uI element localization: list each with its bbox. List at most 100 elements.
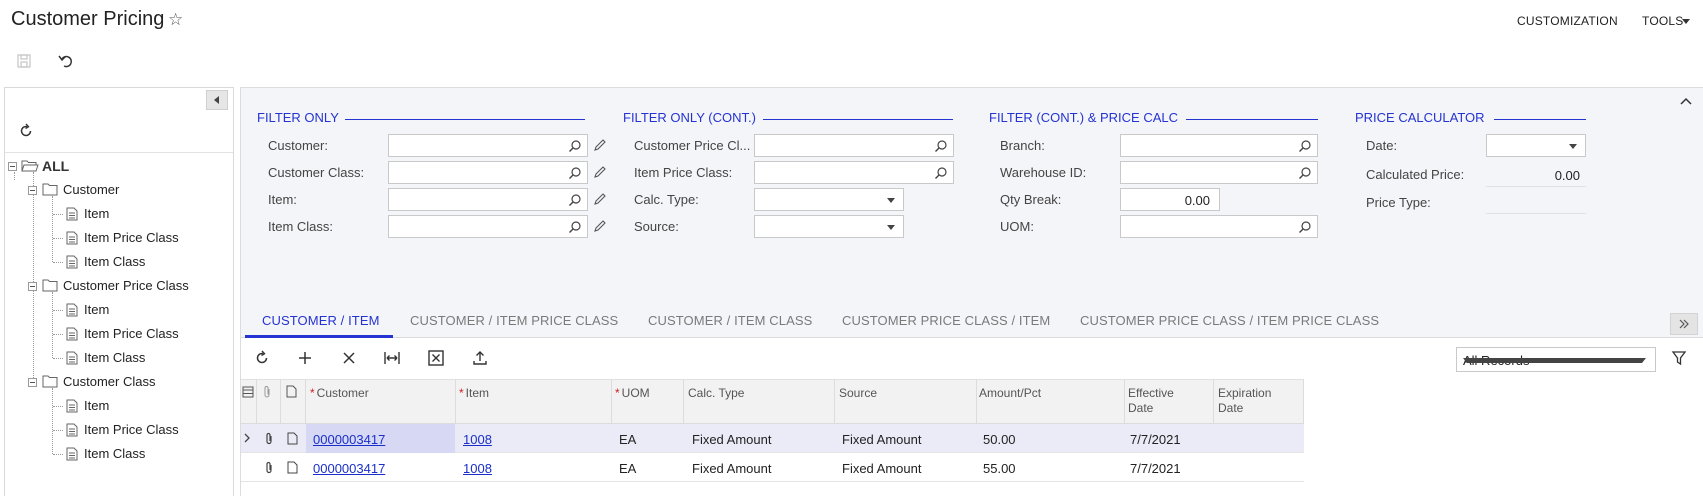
row1-uom[interactable]: EA bbox=[619, 432, 636, 447]
save-icon[interactable] bbox=[15, 52, 35, 72]
search-icon[interactable] bbox=[568, 193, 582, 207]
row2-effective-date[interactable]: 7/7/2021 bbox=[1130, 461, 1181, 476]
calc-type-select[interactable] bbox=[754, 188, 904, 211]
row2-calc-type[interactable]: Fixed Amount bbox=[692, 461, 772, 476]
tab-customer-price-class-item-price-class[interactable]: CUSTOMER PRICE CLASS / ITEM PRICE CLASS bbox=[1080, 313, 1379, 328]
refresh-icon[interactable] bbox=[253, 349, 271, 367]
tree-item-item-price-class[interactable]: Item Price Class bbox=[84, 230, 179, 245]
attachment-icon[interactable] bbox=[264, 461, 274, 474]
tree-refresh-icon[interactable] bbox=[17, 122, 35, 140]
column-header-item[interactable]: * Item bbox=[459, 386, 489, 401]
uom-input[interactable] bbox=[1120, 215, 1318, 238]
tree-item-customer-price-class[interactable]: Customer Price Class bbox=[63, 278, 189, 293]
row2-item-link[interactable]: 1008 bbox=[463, 461, 492, 476]
branch-input[interactable] bbox=[1120, 134, 1318, 157]
customer-input[interactable] bbox=[388, 134, 588, 157]
customer-class-input[interactable] bbox=[388, 161, 588, 184]
tree-item-item-class[interactable]: Item Class bbox=[84, 446, 145, 461]
tree-item-customer[interactable]: Customer bbox=[63, 182, 119, 197]
undo-icon[interactable] bbox=[57, 52, 77, 72]
note-icon[interactable] bbox=[287, 461, 298, 474]
row-selector-icon[interactable] bbox=[242, 386, 254, 398]
tools-caret-icon[interactable] bbox=[1682, 19, 1690, 24]
chevron-down-icon[interactable] bbox=[887, 225, 895, 230]
date-picker[interactable] bbox=[1486, 134, 1586, 157]
edit-pencil-icon[interactable] bbox=[593, 219, 607, 233]
customer-price-class-input[interactable] bbox=[754, 134, 954, 157]
search-icon[interactable] bbox=[568, 139, 582, 153]
collapse-filter-chevron-icon[interactable] bbox=[1679, 96, 1693, 106]
price-type-label: Price Type: bbox=[1366, 195, 1431, 210]
tree-item-item[interactable]: Item bbox=[84, 206, 109, 221]
tree-item-item-price-class[interactable]: Item Price Class bbox=[84, 422, 179, 437]
tab-customer-item[interactable]: CUSTOMER / ITEM bbox=[262, 313, 380, 328]
chevron-down-icon[interactable] bbox=[887, 198, 895, 203]
tree-item-item[interactable]: Item bbox=[84, 398, 109, 413]
search-icon[interactable] bbox=[1298, 139, 1312, 153]
row2-amount[interactable]: 55.00 bbox=[983, 461, 1016, 476]
item-price-class-input[interactable] bbox=[754, 161, 954, 184]
column-header-uom[interactable]: * UOM bbox=[615, 386, 650, 401]
column-header-calc-type[interactable]: Calc. Type bbox=[688, 386, 744, 401]
edit-pencil-icon[interactable] bbox=[593, 165, 607, 179]
tree-toggle-customer[interactable] bbox=[28, 186, 37, 195]
column-header-amount[interactable]: Amount/Pct bbox=[979, 386, 1041, 401]
row1-source[interactable]: Fixed Amount bbox=[842, 432, 922, 447]
collapse-panel-button[interactable] bbox=[206, 90, 228, 110]
item-class-input[interactable] bbox=[388, 215, 588, 238]
search-icon[interactable] bbox=[568, 220, 582, 234]
note-icon[interactable] bbox=[287, 432, 298, 445]
row1-item-link[interactable]: 1008 bbox=[463, 432, 492, 447]
attachment-icon[interactable] bbox=[264, 432, 274, 445]
tab-customer-item-price-class[interactable]: CUSTOMER / ITEM PRICE CLASS bbox=[410, 313, 618, 328]
tab-customer-item-class[interactable]: CUSTOMER / ITEM CLASS bbox=[648, 313, 812, 328]
search-icon[interactable] bbox=[568, 166, 582, 180]
row2-uom[interactable]: EA bbox=[619, 461, 636, 476]
search-icon[interactable] bbox=[1298, 220, 1312, 234]
tree-item-item-class[interactable]: Item Class bbox=[84, 350, 145, 365]
column-header-expiration-date[interactable]: Expiration Date bbox=[1218, 386, 1271, 416]
qty-break-input[interactable]: 0.00 bbox=[1120, 188, 1220, 211]
tree-item-item[interactable]: Item bbox=[84, 302, 109, 317]
row2-customer-link[interactable]: 0000003417 bbox=[313, 461, 385, 476]
export-excel-icon[interactable] bbox=[427, 349, 445, 367]
item-input[interactable] bbox=[388, 188, 588, 211]
tree-toggle-root[interactable] bbox=[8, 162, 17, 171]
edit-pencil-icon[interactable] bbox=[593, 192, 607, 206]
column-header-source[interactable]: Source bbox=[839, 386, 877, 401]
chevron-down-icon[interactable] bbox=[1569, 144, 1577, 149]
tab-scroll-button[interactable] bbox=[1670, 313, 1698, 335]
add-row-icon[interactable] bbox=[296, 349, 314, 367]
search-icon[interactable] bbox=[1298, 166, 1312, 180]
row1-customer-link[interactable]: 0000003417 bbox=[313, 432, 385, 447]
chevron-down-icon[interactable] bbox=[1463, 358, 1646, 363]
customer-price-class-label: Customer Price Cl... bbox=[634, 138, 751, 153]
warehouse-id-input[interactable] bbox=[1120, 161, 1318, 184]
column-header-effective-date[interactable]: Effective Date bbox=[1128, 386, 1174, 416]
tree-toggle-customer-class[interactable] bbox=[28, 378, 37, 387]
fit-columns-icon[interactable] bbox=[383, 349, 401, 367]
tree-root-label[interactable]: ALL bbox=[42, 158, 69, 174]
filter-icon[interactable] bbox=[1671, 350, 1687, 366]
upload-icon[interactable] bbox=[471, 349, 489, 367]
tree-toggle-customer-price-class[interactable] bbox=[28, 282, 37, 291]
search-icon[interactable] bbox=[934, 139, 948, 153]
row1-calc-type[interactable]: Fixed Amount bbox=[692, 432, 772, 447]
tools-menu[interactable]: TOOLS bbox=[1642, 14, 1683, 28]
tree-item-customer-class[interactable]: Customer Class bbox=[63, 374, 155, 389]
row1-effective-date[interactable]: 7/7/2021 bbox=[1130, 432, 1181, 447]
delete-row-icon[interactable] bbox=[340, 349, 358, 367]
source-select[interactable] bbox=[754, 215, 904, 238]
tree-item-item-class[interactable]: Item Class bbox=[84, 254, 145, 269]
tree-item-item-price-class[interactable]: Item Price Class bbox=[84, 326, 179, 341]
double-chevron-right-icon[interactable] bbox=[1671, 314, 1697, 334]
row1-amount[interactable]: 50.00 bbox=[983, 432, 1016, 447]
records-filter-select[interactable]: All Records bbox=[1456, 347, 1656, 372]
row2-source[interactable]: Fixed Amount bbox=[842, 461, 922, 476]
search-icon[interactable] bbox=[934, 166, 948, 180]
favorite-star-icon[interactable]: ☆ bbox=[168, 10, 183, 30]
edit-pencil-icon[interactable] bbox=[593, 138, 607, 152]
column-header-customer[interactable]: * Customer bbox=[310, 386, 369, 401]
tab-customer-price-class-item[interactable]: CUSTOMER PRICE CLASS / ITEM bbox=[842, 313, 1050, 328]
customization-menu[interactable]: CUSTOMIZATION bbox=[1517, 14, 1618, 28]
